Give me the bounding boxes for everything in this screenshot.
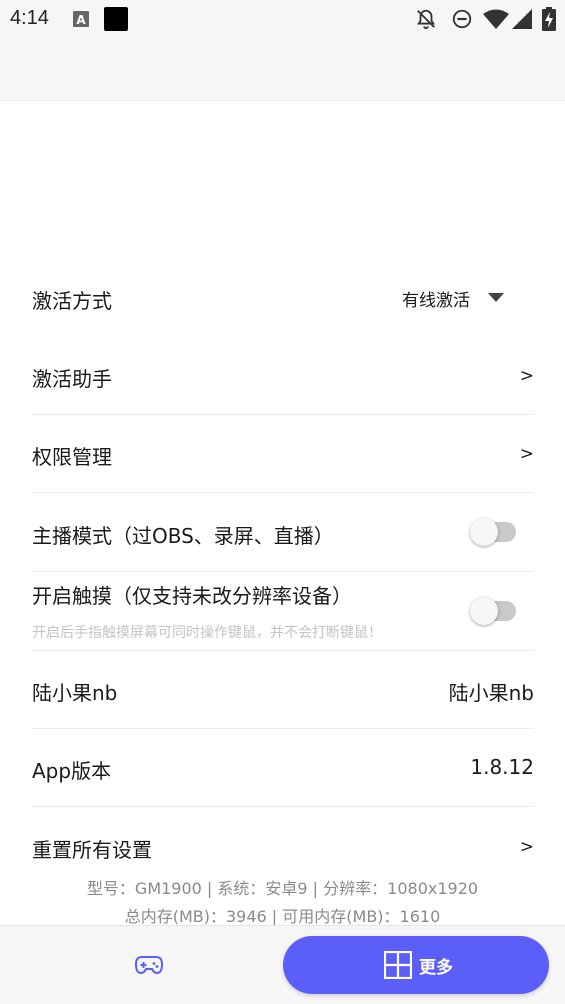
reset-settings-row[interactable]: 重置所有设置 > (32, 807, 534, 869)
permission-management-label: 权限管理 (32, 445, 112, 469)
chevron-right-icon: > (519, 444, 534, 464)
gamepad-icon[interactable] (135, 955, 163, 975)
streamer-mode-row: 主播模式（过OBS、录屏、直播） (32, 493, 534, 571)
user-label: 陆小果nb (32, 681, 118, 705)
streamer-mode-label: 主播模式（过OBS、录屏、直播） (32, 524, 334, 548)
chevron-right-icon: > (519, 837, 534, 857)
wifi-icon (483, 9, 509, 29)
more-label: 更多 (419, 958, 453, 978)
activation-method-row[interactable]: 激活方式 有线激活 (32, 260, 534, 336)
touch-mode-toggle[interactable] (470, 597, 516, 625)
bottom-nav: 更多 (0, 925, 565, 1004)
more-button[interactable]: 更多 (283, 936, 549, 994)
status-bar: 4:14 A (0, 0, 565, 40)
black-square-icon (104, 7, 128, 31)
activation-helper-label: 激活助手 (32, 367, 112, 391)
activation-method-label: 激活方式 (32, 289, 112, 313)
caret-down-icon (488, 293, 504, 302)
bell-off-icon (416, 9, 436, 30)
device-info-line1: 型号：GM1900 | 系统：安卓9 | 分辨率：1080x1920 (86, 879, 479, 898)
app-version-row: App版本 1.8.12 (32, 729, 534, 806)
app-header (0, 40, 565, 101)
activation-method-value: 有线激活 (402, 291, 470, 311)
streamer-mode-toggle[interactable] (470, 518, 516, 546)
toggle-knob (470, 597, 498, 625)
toggle-knob (470, 518, 498, 546)
reset-settings-label: 重置所有设置 (32, 838, 152, 862)
user-row: 陆小果nb 陆小果nb (32, 651, 534, 728)
touch-mode-label: 开启触摸（仅支持未改分辨率设备） (32, 584, 352, 608)
user-value: 陆小果nb (448, 681, 534, 705)
font-a-icon: A (73, 11, 89, 27)
app-version-value: 1.8.12 (470, 755, 534, 779)
activation-helper-row[interactable]: 激活助手 > (32, 337, 534, 414)
do-not-disturb-icon (452, 9, 472, 29)
battery-charging-icon (542, 7, 556, 31)
touch-mode-row: 开启触摸（仅支持未改分辨率设备） 开启后手指触摸屏幕可同时操作键鼠，并不会打断键… (32, 572, 534, 650)
svg-text:A: A (76, 13, 86, 27)
grid-icon (384, 951, 412, 979)
app-version-label: App版本 (32, 759, 112, 783)
touch-mode-subtitle: 开启后手指触摸屏幕可同时操作键鼠，并不会打断键鼠！ (32, 625, 382, 641)
permission-management-row[interactable]: 权限管理 > (32, 415, 534, 492)
signal-icon (512, 9, 532, 29)
activation-method-dropdown[interactable]: 有线激活 (384, 286, 504, 312)
chevron-right-icon: > (519, 366, 534, 386)
status-time: 4:14 (10, 7, 49, 29)
device-info-line2: 总内存(MB)：3946 | 可用内存(MB)：1610 (124, 907, 441, 926)
